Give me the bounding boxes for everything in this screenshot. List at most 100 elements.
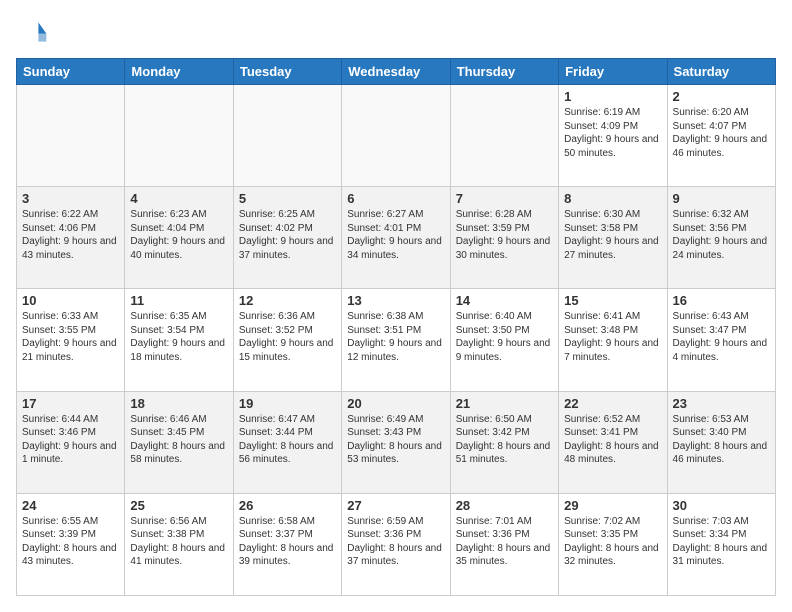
- day-info: Sunrise: 6:50 AM Sunset: 3:42 PM Dayligh…: [456, 413, 553, 467]
- day-cell: 4Sunrise: 6:23 AM Sunset: 4:04 PM Daylig…: [125, 187, 233, 289]
- day-cell: 23 Sunrise: 6:53 AM Sunset: 3:40 PM Dayli…: [667, 391, 775, 493]
- day-info: Sunrise: 6:59 AM Sunset: 3:36 PM Dayligh…: [347, 515, 444, 569]
- day-cell: 26Sunrise: 6:58 AM Sunset: 3:37 PM Dayli…: [233, 493, 341, 595]
- day-cell: 3 Sunrise: 6:22 AM Sunset: 4:06 PM Daylig…: [17, 187, 125, 289]
- day-info: Sunrise: 6:19 AM Sunset: 4:09 PM Dayligh…: [564, 106, 661, 160]
- day-number: 13: [347, 293, 444, 308]
- day-info: Sunrise: 6:49 AM Sunset: 3:43 PM Dayligh…: [347, 413, 444, 467]
- day-info: Sunrise: 7:03 AM Sunset: 3:34 PM Dayligh…: [673, 515, 770, 569]
- day-info: Sunrise: 6:35 AM Sunset: 3:54 PM Dayligh…: [130, 310, 227, 364]
- day-cell: 10 Sunrise: 6:33 AM Sunset: 3:55 PM Dayli…: [17, 289, 125, 391]
- day-cell: [450, 85, 558, 187]
- day-info: Sunrise: 6:33 AM Sunset: 3:55 PM Dayligh…: [22, 310, 119, 364]
- day-number: 22: [564, 396, 661, 411]
- day-number: 6: [347, 191, 444, 206]
- day-cell: 21 Sunrise: 6:50 AM Sunset: 3:42 PM Dayli…: [450, 391, 558, 493]
- day-cell: 5Sunrise: 6:25 AM Sunset: 4:02 PM Daylig…: [233, 187, 341, 289]
- day-cell: 14 Sunrise: 6:40 AM Sunset: 3:50 PM Dayli…: [450, 289, 558, 391]
- day-number: 18: [130, 396, 227, 411]
- day-cell: 18 Sunrise: 6:46 AM Sunset: 3:45 PM Dayli…: [125, 391, 233, 493]
- week-row-1: 3 Sunrise: 6:22 AM Sunset: 4:06 PM Daylig…: [17, 187, 776, 289]
- day-cell: 25Sunrise: 6:56 AM Sunset: 3:38 PM Dayli…: [125, 493, 233, 595]
- day-info: Sunrise: 7:02 AM Sunset: 3:35 PM Dayligh…: [564, 515, 661, 569]
- day-cell: 27 Sunrise: 6:59 AM Sunset: 3:36 PM Dayli…: [342, 493, 450, 595]
- day-number: 11: [130, 293, 227, 308]
- day-info: Sunrise: 6:38 AM Sunset: 3:51 PM Dayligh…: [347, 310, 444, 364]
- day-cell: 1 Sunrise: 6:19 AM Sunset: 4:09 PM Daylig…: [559, 85, 667, 187]
- day-info: Sunrise: 6:53 AM Sunset: 3:40 PM Dayligh…: [673, 413, 770, 467]
- day-cell: 30 Sunrise: 7:03 AM Sunset: 3:34 PM Dayli…: [667, 493, 775, 595]
- day-number: 23: [673, 396, 770, 411]
- day-cell: 13 Sunrise: 6:38 AM Sunset: 3:51 PM Dayli…: [342, 289, 450, 391]
- day-number: 28: [456, 498, 553, 513]
- day-cell: 16 Sunrise: 6:43 AM Sunset: 3:47 PM Dayli…: [667, 289, 775, 391]
- day-cell: 19 Sunrise: 6:47 AM Sunset: 3:44 PM Dayli…: [233, 391, 341, 493]
- day-info: Sunrise: 6:52 AM Sunset: 3:41 PM Dayligh…: [564, 413, 661, 467]
- calendar-header-row: SundayMondayTuesdayWednesdayThursdayFrid…: [17, 59, 776, 85]
- day-info: Sunrise: 6:25 AM Sunset: 4:02 PM Dayligh…: [239, 208, 336, 262]
- day-info: Sunrise: 6:36 AM Sunset: 3:52 PM Dayligh…: [239, 310, 336, 364]
- day-number: 14: [456, 293, 553, 308]
- day-cell: 24 Sunrise: 6:55 AM Sunset: 3:39 PM Dayli…: [17, 493, 125, 595]
- day-cell: 28Sunrise: 7:01 AM Sunset: 3:36 PM Dayli…: [450, 493, 558, 595]
- day-info: Sunrise: 6:46 AM Sunset: 3:45 PM Dayligh…: [130, 413, 227, 467]
- day-info: Sunrise: 6:41 AM Sunset: 3:48 PM Dayligh…: [564, 310, 661, 364]
- day-info: Sunrise: 6:32 AM Sunset: 3:56 PM Dayligh…: [673, 208, 770, 262]
- day-cell: 9 Sunrise: 6:32 AM Sunset: 3:56 PM Daylig…: [667, 187, 775, 289]
- day-info: Sunrise: 6:27 AM Sunset: 4:01 PM Dayligh…: [347, 208, 444, 262]
- day-cell: 22 Sunrise: 6:52 AM Sunset: 3:41 PM Dayli…: [559, 391, 667, 493]
- day-cell: [125, 85, 233, 187]
- day-info: Sunrise: 6:44 AM Sunset: 3:46 PM Dayligh…: [22, 413, 119, 467]
- week-row-3: 17 Sunrise: 6:44 AM Sunset: 3:46 PM Dayli…: [17, 391, 776, 493]
- calendar: SundayMondayTuesdayWednesdayThursdayFrid…: [16, 58, 776, 596]
- day-number: 9: [673, 191, 770, 206]
- day-info: Sunrise: 6:30 AM Sunset: 3:58 PM Dayligh…: [564, 208, 661, 262]
- day-header-thursday: Thursday: [450, 59, 558, 85]
- day-info: Sunrise: 6:58 AM Sunset: 3:37 PM Dayligh…: [239, 515, 336, 569]
- day-number: 1: [564, 89, 661, 104]
- day-cell: 29 Sunrise: 7:02 AM Sunset: 3:35 PM Dayli…: [559, 493, 667, 595]
- day-number: 29: [564, 498, 661, 513]
- day-number: 25: [130, 498, 227, 513]
- day-info: Sunrise: 6:23 AM Sunset: 4:04 PM Dayligh…: [130, 208, 227, 262]
- day-number: 30: [673, 498, 770, 513]
- day-info: Sunrise: 6:28 AM Sunset: 3:59 PM Dayligh…: [456, 208, 553, 262]
- day-info: Sunrise: 6:43 AM Sunset: 3:47 PM Dayligh…: [673, 310, 770, 364]
- day-number: 21: [456, 396, 553, 411]
- day-header-sunday: Sunday: [17, 59, 125, 85]
- day-cell: 6 Sunrise: 6:27 AM Sunset: 4:01 PM Daylig…: [342, 187, 450, 289]
- day-cell: [342, 85, 450, 187]
- day-cell: 2Sunrise: 6:20 AM Sunset: 4:07 PM Daylig…: [667, 85, 775, 187]
- day-header-tuesday: Tuesday: [233, 59, 341, 85]
- page: SundayMondayTuesdayWednesdayThursdayFrid…: [0, 0, 792, 612]
- day-info: Sunrise: 6:47 AM Sunset: 3:44 PM Dayligh…: [239, 413, 336, 467]
- day-number: 15: [564, 293, 661, 308]
- day-cell: [233, 85, 341, 187]
- day-number: 16: [673, 293, 770, 308]
- day-info: Sunrise: 6:22 AM Sunset: 4:06 PM Dayligh…: [22, 208, 119, 262]
- day-number: 24: [22, 498, 119, 513]
- day-info: Sunrise: 6:20 AM Sunset: 4:07 PM Dayligh…: [673, 106, 770, 160]
- day-number: 19: [239, 396, 336, 411]
- logo-icon: [16, 16, 48, 48]
- week-row-2: 10 Sunrise: 6:33 AM Sunset: 3:55 PM Dayli…: [17, 289, 776, 391]
- day-cell: 11 Sunrise: 6:35 AM Sunset: 3:54 PM Dayli…: [125, 289, 233, 391]
- day-cell: 7 Sunrise: 6:28 AM Sunset: 3:59 PM Daylig…: [450, 187, 558, 289]
- week-row-4: 24 Sunrise: 6:55 AM Sunset: 3:39 PM Dayli…: [17, 493, 776, 595]
- day-cell: 17 Sunrise: 6:44 AM Sunset: 3:46 PM Dayli…: [17, 391, 125, 493]
- day-number: 17: [22, 396, 119, 411]
- day-cell: 12Sunrise: 6:36 AM Sunset: 3:52 PM Dayli…: [233, 289, 341, 391]
- header: [16, 16, 776, 48]
- day-cell: 8 Sunrise: 6:30 AM Sunset: 3:58 PM Daylig…: [559, 187, 667, 289]
- logo: [16, 16, 52, 48]
- day-number: 10: [22, 293, 119, 308]
- day-cell: 20Sunrise: 6:49 AM Sunset: 3:43 PM Dayli…: [342, 391, 450, 493]
- week-row-0: 1 Sunrise: 6:19 AM Sunset: 4:09 PM Daylig…: [17, 85, 776, 187]
- day-info: Sunrise: 6:55 AM Sunset: 3:39 PM Dayligh…: [22, 515, 119, 569]
- day-number: 27: [347, 498, 444, 513]
- day-number: 3: [22, 191, 119, 206]
- day-cell: 15 Sunrise: 6:41 AM Sunset: 3:48 PM Dayli…: [559, 289, 667, 391]
- day-number: 7: [456, 191, 553, 206]
- day-info: Sunrise: 6:40 AM Sunset: 3:50 PM Dayligh…: [456, 310, 553, 364]
- day-number: 8: [564, 191, 661, 206]
